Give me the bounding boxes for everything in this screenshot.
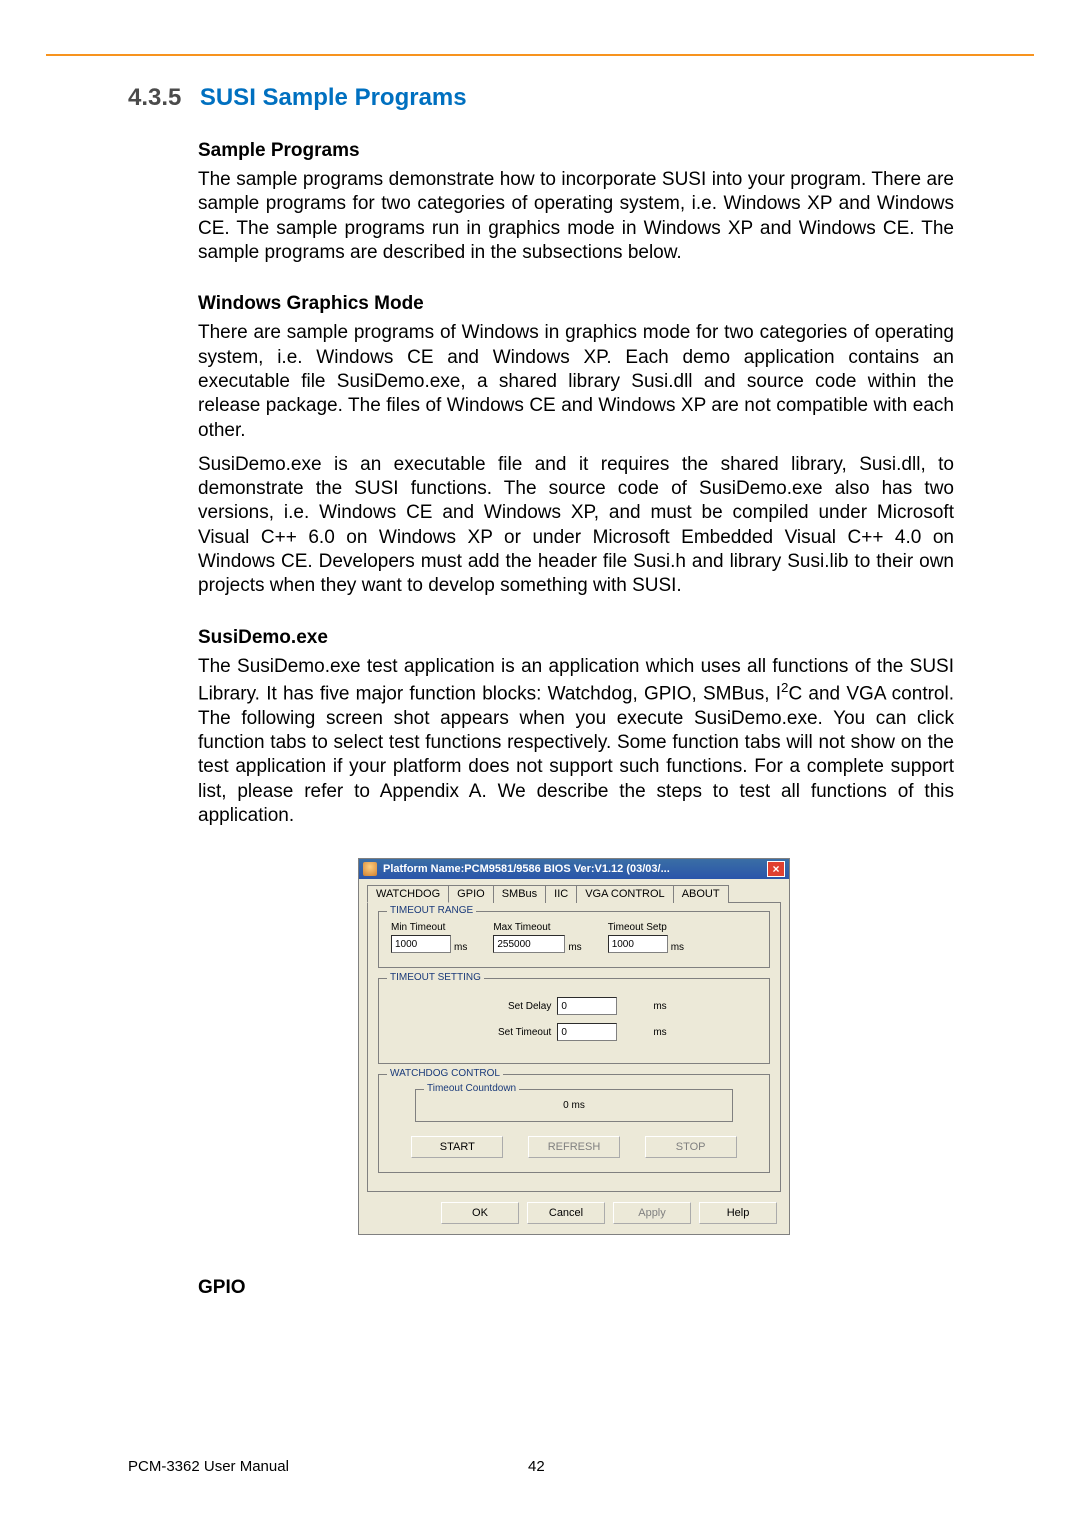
close-icon: × [772, 862, 779, 876]
apply-button[interactable]: Apply [613, 1202, 691, 1224]
group-timeout-countdown-label: Timeout Countdown [424, 1083, 519, 1094]
heading-gpio: GPIO [198, 1277, 954, 1299]
tab-body: TIMEOUT RANGE Min Timeout ms Max Timeout [367, 902, 781, 1192]
unit-ms: ms [653, 1001, 666, 1012]
step-timeout-col: Timeout Setp ms [608, 922, 684, 953]
unit-ms: ms [454, 942, 467, 953]
top-rule [46, 54, 1034, 56]
group-timeout-range-label: TIMEOUT RANGE [387, 905, 476, 916]
max-timeout-col: Max Timeout ms [493, 922, 581, 953]
group-timeout-countdown: Timeout Countdown 0 ms [415, 1089, 733, 1122]
min-timeout-label: Min Timeout [391, 922, 467, 933]
refresh-button[interactable]: REFRESH [528, 1136, 620, 1158]
susidemo-window: Platform Name:PCM9581/9586 BIOS Ver:V1.1… [358, 858, 790, 1235]
para-windows-graphics-1: There are sample programs of Windows in … [198, 321, 954, 443]
tab-gpio[interactable]: GPIO [448, 885, 494, 903]
row-set-timeout: Set Timeout ms [391, 1023, 757, 1041]
close-button[interactable]: × [767, 861, 785, 877]
watchdog-button-row: START REFRESH STOP [391, 1136, 757, 1158]
tab-about[interactable]: ABOUT [673, 885, 729, 903]
step-timeout-input[interactable] [608, 935, 668, 953]
group-watchdog-control: WATCHDOG CONTROL Timeout Countdown 0 ms … [378, 1074, 770, 1173]
tab-strip: WATCHDOG GPIO SMBus IIC VGA CONTROL ABOU… [367, 885, 781, 903]
app-icon [363, 862, 377, 876]
section-heading: 4.3.5 SUSI Sample Programs [128, 84, 954, 112]
heading-windows-graphics-mode: Windows Graphics Mode [198, 293, 954, 315]
set-delay-label: Set Delay [481, 1001, 551, 1012]
tab-smbus[interactable]: SMBus [493, 885, 546, 903]
cancel-button[interactable]: Cancel [527, 1202, 605, 1224]
footer: PCM-3362 User Manual 42 [128, 1458, 289, 1475]
help-button[interactable]: Help [699, 1202, 777, 1224]
group-watchdog-control-label: WATCHDOG CONTROL [387, 1068, 503, 1079]
footer-page: 42 [528, 1458, 545, 1475]
stop-button[interactable]: STOP [645, 1136, 737, 1158]
group-timeout-setting: TIMEOUT SETTING Set Delay ms Set Timeout… [378, 978, 770, 1064]
min-timeout-col: Min Timeout ms [391, 922, 467, 953]
max-timeout-label: Max Timeout [493, 922, 581, 933]
max-timeout-input[interactable] [493, 935, 565, 953]
group-timeout-setting-label: TIMEOUT SETTING [387, 972, 484, 983]
set-delay-input[interactable] [557, 997, 617, 1015]
para-susidemo: The SusiDemo.exe test application is an … [198, 655, 954, 829]
group-timeout-range: TIMEOUT RANGE Min Timeout ms Max Timeout [378, 911, 770, 968]
para-windows-graphics-2: SusiDemo.exe is an executable file and i… [198, 453, 954, 599]
step-timeout-label: Timeout Setp [608, 922, 684, 933]
set-timeout-label: Set Timeout [481, 1027, 551, 1038]
min-timeout-input[interactable] [391, 935, 451, 953]
para-sample-programs: The sample programs demonstrate how to i… [198, 168, 954, 265]
para-susidemo-b: C and VGA control. The following screen … [198, 683, 954, 826]
set-timeout-input[interactable] [557, 1023, 617, 1041]
countdown-value: 0 ms [563, 1100, 585, 1111]
unit-ms: ms [568, 942, 581, 953]
window-title: Platform Name:PCM9581/9586 BIOS Ver:V1.1… [383, 863, 670, 875]
titlebar-left: Platform Name:PCM9581/9586 BIOS Ver:V1.1… [363, 862, 670, 876]
heading-sample-programs: Sample Programs [198, 140, 954, 162]
section-title: SUSI Sample Programs [200, 84, 467, 111]
tab-watchdog[interactable]: WATCHDOG [367, 885, 449, 903]
unit-ms: ms [671, 942, 684, 953]
unit-ms: ms [653, 1027, 666, 1038]
dialog-button-row: OK Cancel Apply Help [367, 1202, 781, 1224]
titlebar: Platform Name:PCM9581/9586 BIOS Ver:V1.1… [359, 859, 789, 879]
tab-iic[interactable]: IIC [545, 885, 577, 903]
section-number: 4.3.5 [128, 84, 181, 111]
row-set-delay: Set Delay ms [391, 997, 757, 1015]
ok-button[interactable]: OK [441, 1202, 519, 1224]
timeout-row: Min Timeout ms Max Timeout ms [391, 922, 757, 953]
heading-susidemo: SusiDemo.exe [198, 627, 954, 649]
footer-manual: PCM-3362 User Manual [128, 1458, 289, 1475]
tab-vga-control[interactable]: VGA CONTROL [576, 885, 673, 903]
page-content: 4.3.5 SUSI Sample Programs Sample Progra… [128, 84, 954, 1299]
start-button[interactable]: START [411, 1136, 503, 1158]
client-area: WATCHDOG GPIO SMBus IIC VGA CONTROL ABOU… [359, 879, 789, 1234]
